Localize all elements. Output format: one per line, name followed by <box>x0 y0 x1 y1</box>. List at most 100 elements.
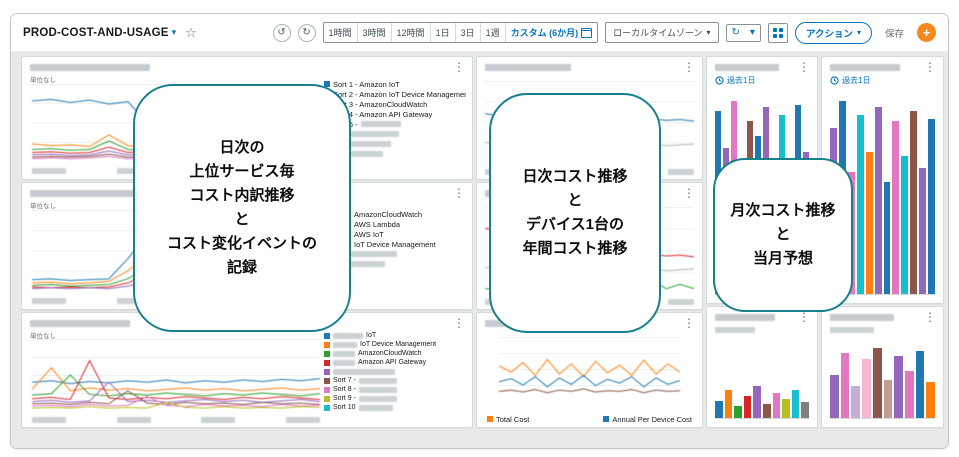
chart-bar <box>715 401 723 418</box>
redacted-text <box>333 369 395 375</box>
redacted-widget-title <box>485 64 571 71</box>
toolbar-controls: ↺ ↻ 1時間 3時間 12時間 1日 3日 1週 カスタム (6か月) ローカ… <box>273 22 936 44</box>
redacted-text <box>359 378 397 384</box>
chart-bar <box>857 115 864 294</box>
favorite-star-icon[interactable]: ☆ <box>185 25 197 41</box>
legend-label: Sort 7 - <box>333 377 356 384</box>
redacted-tick <box>668 299 694 305</box>
line-chart[interactable] <box>499 337 680 401</box>
widget-menu-icon[interactable]: ⋮ <box>451 318 467 328</box>
undo-button[interactable]: ↺ <box>273 24 291 42</box>
save-button[interactable]: 保存 <box>879 25 910 41</box>
legend-swatch-icon <box>324 369 330 375</box>
toolbar: PROD-COST-AND-USAGE ▾ ☆ ↺ ↻ 1時間 3時間 12時間… <box>11 14 948 51</box>
widget-menu-icon[interactable]: ⋮ <box>451 188 467 198</box>
legend-item[interactable]: Sort 7 - <box>324 376 466 385</box>
legend-item[interactable] <box>324 367 466 376</box>
time-range-custom[interactable]: カスタム (6か月) <box>506 23 598 42</box>
chart-bar <box>892 121 899 294</box>
chart-bar <box>875 107 882 294</box>
legend-item[interactable]: Sort 10 <box>324 403 466 412</box>
time-range-3d[interactable]: 3日 <box>456 23 481 42</box>
legend-label: AmazonCloudWatch <box>358 350 422 357</box>
grid-dots-icon <box>773 28 783 38</box>
widget-menu-icon[interactable]: ⋮ <box>681 62 697 72</box>
chart-bar <box>873 348 882 418</box>
time-range-link[interactable]: 過去1日 <box>715 75 755 86</box>
add-widget-button[interactable]: + <box>917 23 936 42</box>
redacted-widget-title <box>830 314 894 321</box>
chart-bar <box>919 168 926 294</box>
legend-label: IoT <box>366 332 376 339</box>
annotation-line: と <box>234 208 249 232</box>
legend-item[interactable]: Total Cost <box>487 414 529 424</box>
time-range-12h[interactable]: 12時間 <box>392 23 431 42</box>
range-label: 過去1日 <box>727 75 755 86</box>
legend-label: Amazon API Gateway <box>358 359 426 366</box>
legend-item[interactable]: Annual Per Device Cost <box>603 414 692 424</box>
redacted-tick <box>668 169 694 175</box>
legend-item[interactable]: AmazonCloudWatch <box>324 349 466 358</box>
legend-swatch-icon <box>324 342 330 348</box>
legend-label: Sort 8 - <box>333 386 356 393</box>
chart-bar <box>763 404 771 418</box>
widget-menu-icon[interactable]: ⋮ <box>681 318 697 328</box>
annotation-line: デバイス1台の <box>526 213 624 237</box>
clock-icon <box>830 76 839 85</box>
line-chart[interactable] <box>32 339 320 411</box>
chart-bar <box>841 353 850 418</box>
redacted-text <box>361 121 401 127</box>
widget-menu-icon[interactable]: ⋮ <box>796 62 812 72</box>
widget-menu-icon[interactable]: ⋮ <box>922 312 938 322</box>
redo-button[interactable]: ↻ <box>298 24 316 42</box>
widget-menu-icon[interactable]: ⋮ <box>451 62 467 72</box>
legend-label: Sort 9 - <box>333 395 356 402</box>
legend-item[interactable]: Amazon API Gateway <box>324 358 466 367</box>
widget-menu-icon[interactable]: ⋮ <box>922 62 938 72</box>
legend-label: IoT Device Management <box>360 341 436 348</box>
annotation-line: と <box>775 223 790 247</box>
annotation-daily-service-breakdown: 日次の 上位サービス毎 コスト内訳推移 と コスト変化イベントの 記録 <box>133 84 351 332</box>
calendar-icon <box>581 28 592 38</box>
widget-menu-icon[interactable]: ⋮ <box>681 188 697 198</box>
time-range-link[interactable]: 過去1日 <box>830 75 870 86</box>
widget-menu-icon[interactable]: ⋮ <box>796 312 812 322</box>
timezone-label: ローカルタイムゾーン <box>613 26 702 39</box>
time-range-1w[interactable]: 1週 <box>481 23 506 42</box>
redacted-text <box>333 351 355 357</box>
legend-item[interactable]: Sort 1 - Amazon IoT <box>324 79 466 89</box>
redacted-widget-title <box>30 190 138 197</box>
legend-item[interactable]: IoT Device Management <box>324 340 466 349</box>
actions-label: アクション <box>806 26 853 40</box>
legend-item[interactable]: Sort 9 - <box>324 394 466 403</box>
legend-label: Annual Per Device Cost <box>612 415 692 424</box>
time-range-1d[interactable]: 1日 <box>431 23 456 42</box>
chart-bar <box>884 182 891 294</box>
legend-swatch-icon <box>324 333 330 339</box>
chart-bar <box>734 406 742 418</box>
redacted-tick <box>201 417 235 423</box>
actions-button[interactable]: アクション ▾ <box>795 22 872 44</box>
annotation-line: 年間コスト推移 <box>522 237 627 261</box>
time-range-1h[interactable]: 1時間 <box>324 23 358 42</box>
chevron-down-icon: ▾ <box>857 28 861 37</box>
legend-item[interactable]: IoT <box>324 331 466 340</box>
redacted-widget-title <box>715 314 775 321</box>
chart-bar <box>782 399 790 418</box>
bar-chart[interactable] <box>830 339 935 419</box>
annotation-line: 記録 <box>227 256 257 280</box>
title-dropdown-icon[interactable]: ▾ <box>172 27 177 38</box>
legend-swatch-icon <box>324 387 330 393</box>
refresh-button[interactable]: ↻ <box>727 25 745 41</box>
widget-header: ⋮ <box>715 311 812 323</box>
widget-header: ⋮ <box>485 61 697 73</box>
time-range-3h[interactable]: 3時間 <box>358 23 392 42</box>
widgets-grid-button[interactable] <box>768 23 788 43</box>
bar-chart[interactable] <box>715 339 809 419</box>
annotation-daily-cost-trend: 日次コスト推移 と デバイス1台の 年間コスト推移 <box>489 93 661 333</box>
chart-bar <box>928 119 935 294</box>
timezone-select[interactable]: ローカルタイムゾーン ▾ <box>605 22 718 43</box>
refresh-options-button[interactable]: ▾ <box>745 25 760 41</box>
legend-item[interactable]: Sort 2 - Amazon IoT Device Management <box>324 89 466 99</box>
legend-item[interactable]: Sort 8 - <box>324 385 466 394</box>
